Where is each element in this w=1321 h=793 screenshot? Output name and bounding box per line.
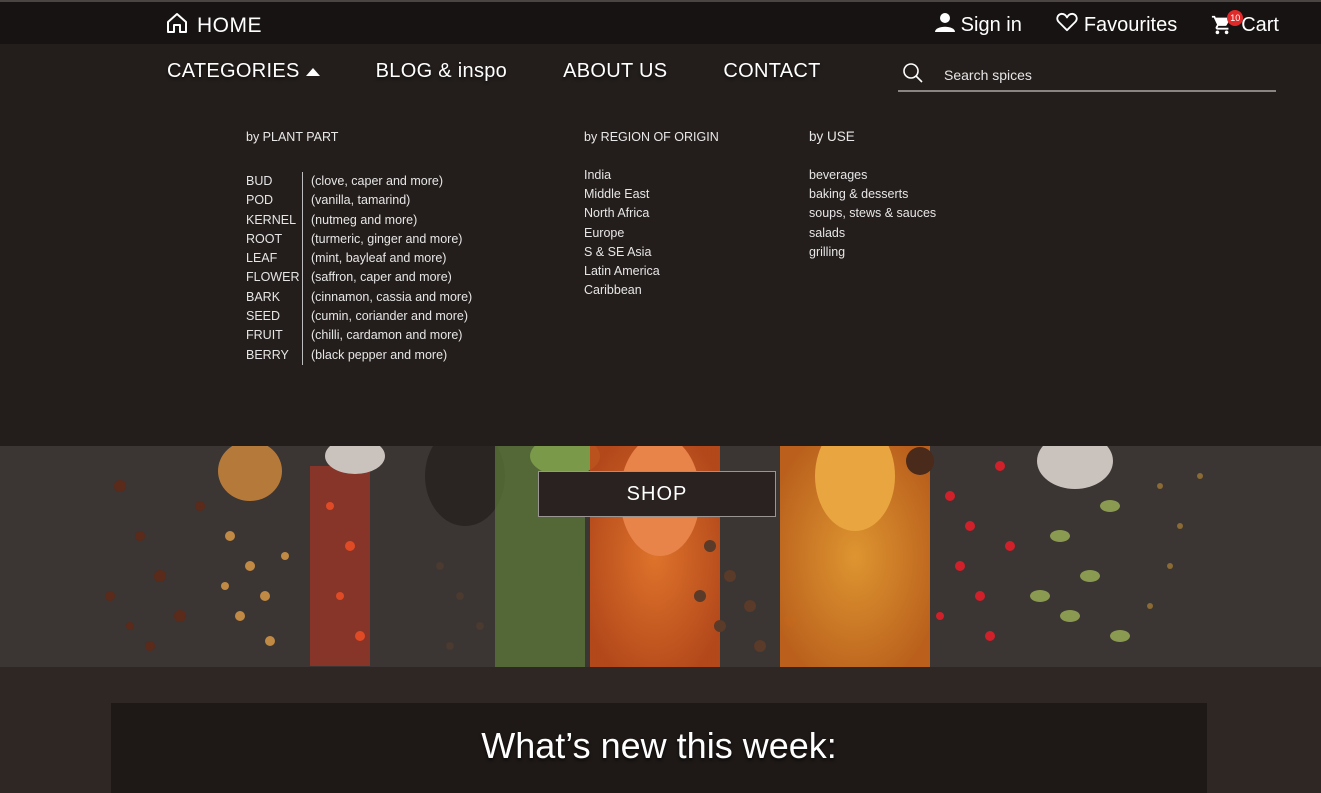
plant-part-title: by PLANT PART [246, 130, 339, 144]
plant-part-berry[interactable]: BERRY [246, 346, 302, 365]
plant-part-bark[interactable]: BARK [246, 288, 302, 307]
plant-part-seed[interactable]: SEED [246, 307, 302, 326]
region-title: by REGION OF ORIGIN [584, 130, 719, 144]
nav-about[interactable]: ABOUT US [563, 60, 667, 83]
plant-part-fruit[interactable]: FRUIT [246, 326, 302, 345]
use-item[interactable]: salads [809, 224, 936, 243]
region-item[interactable]: S & SE Asia [584, 243, 660, 262]
nav-categories-label: CATEGORIES [167, 60, 300, 82]
cart-label: Cart [1241, 13, 1279, 36]
nav-blog[interactable]: BLOG & inspo [376, 60, 507, 83]
use-item[interactable]: grilling [809, 243, 936, 262]
cart-icon: 10 [1211, 10, 1244, 36]
plant-part-description[interactable]: (chilli, cardamon and more) [311, 326, 472, 345]
caret-up-icon [305, 67, 320, 76]
plant-part-kernel[interactable]: KERNEL [246, 211, 302, 230]
favourites-link[interactable]: Favourites [1056, 12, 1177, 38]
home-label: HOME [197, 13, 262, 37]
region-item[interactable]: North Africa [584, 204, 660, 223]
shop-button[interactable]: SHOP [538, 471, 776, 517]
search-input[interactable] [942, 66, 1246, 84]
plant-part-leaf[interactable]: LEAF [246, 249, 302, 268]
plant-part-description[interactable]: (black pepper and more) [311, 346, 472, 365]
cart-link[interactable]: 10 Cart [1211, 10, 1279, 37]
plant-part-description[interactable]: (mint, bayleaf and more) [311, 249, 472, 268]
search-bar [898, 60, 1276, 92]
use-list: beverages baking & desserts soups, stews &… [809, 166, 936, 262]
home-icon [165, 11, 189, 40]
use-title: by USE [809, 129, 855, 144]
nav-contact[interactable]: CONTACT [723, 60, 820, 83]
plant-part-root[interactable]: ROOT [246, 230, 302, 249]
plant-part-description[interactable]: (cinnamon, cassia and more) [311, 288, 472, 307]
heart-icon [1056, 12, 1078, 38]
plant-part-list: BUD POD KERNEL ROOT LEAF FLOWER BARK SEED FRUIT B… [246, 172, 472, 365]
region-item[interactable]: Middle East [584, 185, 660, 204]
plant-part-description[interactable]: (cumin, coriander and more) [311, 307, 472, 326]
region-item[interactable]: Latin America [584, 262, 660, 281]
plant-part-description[interactable]: (nutmeg and more) [311, 211, 472, 230]
region-item[interactable]: India [584, 166, 660, 185]
search-icon[interactable] [902, 62, 924, 89]
use-item[interactable]: soups, stews & sauces [809, 204, 936, 223]
plant-part-pod[interactable]: POD [246, 191, 302, 210]
home-link[interactable]: HOME [165, 11, 262, 40]
use-item[interactable]: baking & desserts [809, 185, 936, 204]
use-item[interactable]: beverages [809, 166, 936, 185]
plant-part-description[interactable]: (saffron, caper and more) [311, 268, 472, 287]
nav-categories[interactable]: CATEGORIES [167, 60, 320, 83]
plant-part-description[interactable]: (turmeric, ginger and more) [311, 230, 472, 249]
main-nav: CATEGORIES BLOG & inspo ABOUT US CONTACT [167, 60, 821, 83]
plant-part-description[interactable]: (clove, caper and more) [311, 172, 472, 191]
region-list: India Middle East North Africa Europe S & SE… [584, 166, 660, 300]
plant-part-bud[interactable]: BUD [246, 172, 302, 191]
plant-part-description[interactable]: (vanilla, tamarind) [311, 191, 472, 210]
sign-in-link[interactable]: Sign in [934, 12, 1022, 38]
region-item[interactable]: Europe [584, 224, 660, 243]
top-bar: HOME Sign in Favourites 10 Cart [0, 0, 1321, 44]
categories-mega-menu: CATEGORIES BLOG & inspo ABOUT US CONTACT… [0, 44, 1321, 446]
favourites-label: Favourites [1083, 13, 1178, 36]
user-icon [934, 12, 955, 38]
region-item[interactable]: Caribbean [584, 281, 660, 300]
sign-in-label: Sign in [960, 13, 1022, 36]
whats-new-heading: What’s new this week: [481, 725, 837, 766]
plant-part-flower[interactable]: FLOWER [246, 268, 302, 287]
